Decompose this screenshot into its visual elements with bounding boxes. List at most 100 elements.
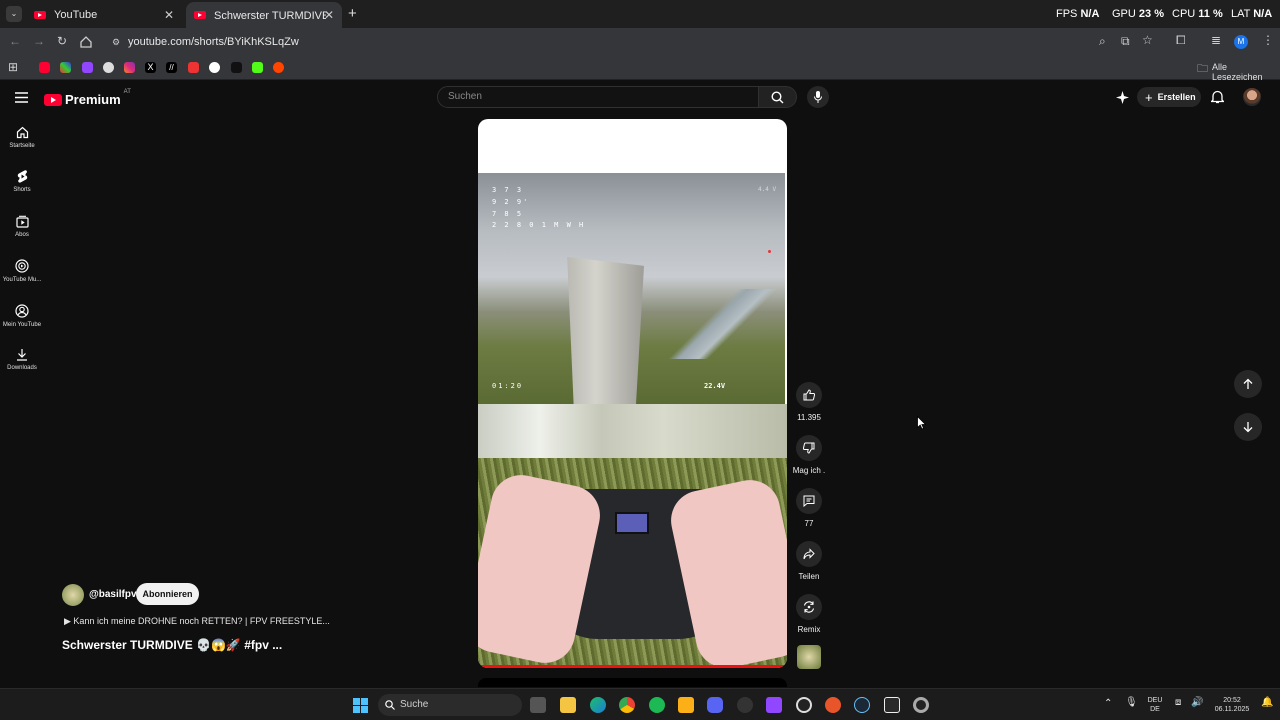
rockstar-icon[interactable] bbox=[678, 697, 694, 713]
bookmark-youtube-icon[interactable] bbox=[39, 62, 50, 73]
bookmark-colorful-icon[interactable] bbox=[60, 62, 71, 73]
bookmark-star-icon[interactable]: ☆ bbox=[1142, 33, 1153, 47]
apps-grid-icon[interactable]: ⊞ bbox=[8, 60, 18, 74]
bookmark-reddit-icon[interactable] bbox=[273, 62, 284, 73]
file-explorer-icon[interactable] bbox=[560, 697, 576, 713]
short-title[interactable]: Schwerster TURMDIVE 💀😱🚀 #fpv ... bbox=[62, 638, 282, 652]
youtube-premium-logo[interactable]: Premium AT bbox=[44, 89, 131, 107]
tower-image bbox=[567, 257, 644, 404]
bookmark-x-icon[interactable]: X bbox=[145, 62, 156, 73]
tray-mic-icon[interactable]: 🎙 bbox=[1125, 698, 1138, 708]
tab-close-icon[interactable]: ✕ bbox=[164, 8, 174, 22]
bookmarks-bar: ⊞ X // 🗀 Alle Lesezeichen bbox=[0, 56, 1280, 82]
twitch-app-icon[interactable] bbox=[766, 697, 782, 713]
tab-close-icon[interactable]: ✕ bbox=[324, 8, 334, 22]
youtube-favicon-icon bbox=[34, 11, 46, 19]
all-bookmarks-link[interactable]: Alle Lesezeichen bbox=[1212, 62, 1280, 82]
playback-progress-bar[interactable] bbox=[478, 665, 787, 668]
volume-icon[interactable]: 🔊 bbox=[1191, 698, 1203, 708]
back-icon[interactable]: ← bbox=[9, 34, 21, 48]
short-video-player[interactable]: 3 7 3 9 2 9' 7 8 5 2 2 8 0 1 M W H 4.4 V… bbox=[478, 119, 787, 668]
taskbar-search-label: Suche bbox=[400, 699, 429, 710]
extensions-icon[interactable]: ⧠ bbox=[1176, 33, 1186, 48]
comments-button[interactable] bbox=[796, 488, 822, 514]
search-button[interactable] bbox=[759, 86, 797, 108]
mouse-cursor-icon bbox=[917, 416, 926, 430]
next-short-button[interactable] bbox=[1234, 413, 1262, 441]
subscribe-button[interactable]: Abonnieren bbox=[136, 583, 199, 605]
app-icon-ring[interactable] bbox=[913, 697, 929, 713]
clock-date: 06.11.2025 bbox=[1214, 706, 1250, 713]
language-indicator[interactable]: DEU DE bbox=[1145, 696, 1165, 714]
tab-youtube[interactable]: YouTube ✕ bbox=[26, 2, 182, 28]
tab-search-dropdown[interactable]: ⌄ bbox=[6, 6, 22, 22]
hamburger-menu-icon[interactable] bbox=[15, 92, 28, 103]
sidebar-label: YouTube Mu... bbox=[2, 277, 42, 283]
like-button[interactable] bbox=[796, 382, 822, 408]
channel-avatar[interactable] bbox=[62, 584, 84, 606]
sidebar-item-downloads[interactable]: Downloads bbox=[0, 348, 44, 371]
related-video-link[interactable]: ▶ Kann ich meine DROHNE noch RETTEN? | F… bbox=[64, 616, 330, 627]
tab-short-video[interactable]: Schwerster TURMDIVE 💀😱🚀 ✕ bbox=[186, 2, 342, 28]
channel-name[interactable]: @basilfpv bbox=[89, 589, 137, 600]
create-button[interactable]: + Erstellen bbox=[1137, 87, 1201, 107]
network-icon[interactable]: ⧈ bbox=[1175, 698, 1181, 708]
search-input[interactable]: Suchen bbox=[437, 86, 759, 108]
app-icon-dark[interactable] bbox=[737, 697, 753, 713]
spotify-icon[interactable] bbox=[649, 697, 665, 713]
notifications-bell-icon[interactable] bbox=[1211, 90, 1224, 104]
forward-icon[interactable]: → bbox=[33, 34, 45, 48]
edge-icon[interactable] bbox=[590, 697, 606, 713]
obs-icon[interactable] bbox=[796, 697, 812, 713]
zoom-icon[interactable]: ⌕ bbox=[1099, 34, 1106, 49]
task-view-icon[interactable] bbox=[530, 697, 546, 713]
bookmark-instagram-icon[interactable] bbox=[124, 62, 135, 73]
thumbs-up-icon bbox=[803, 389, 815, 401]
epic-games-icon[interactable] bbox=[884, 697, 900, 713]
bookmark-twitch-icon[interactable] bbox=[82, 62, 93, 73]
reload-icon[interactable]: ↻ bbox=[57, 34, 67, 48]
sidebar-item-youtube-music[interactable]: YouTube Mu... bbox=[0, 259, 44, 283]
clock[interactable]: 20:52 06.11.2025 bbox=[1207, 696, 1257, 714]
bookmark-tiktok-icon[interactable] bbox=[231, 62, 242, 73]
sidebar-item-shorts[interactable]: Shorts bbox=[0, 170, 44, 193]
bookmark-slash-icon[interactable]: // bbox=[166, 62, 177, 73]
tray-overflow-icon[interactable]: ⌃ bbox=[1104, 699, 1112, 709]
sidebar-item-home[interactable]: Startseite bbox=[0, 126, 44, 149]
windows-start-icon[interactable] bbox=[353, 698, 368, 713]
discord-icon[interactable] bbox=[707, 697, 723, 713]
youtube-favicon-icon bbox=[194, 11, 206, 19]
app-icon-orange[interactable] bbox=[825, 697, 841, 713]
share-button[interactable] bbox=[796, 541, 822, 567]
bookmark-chatgpt-icon[interactable] bbox=[103, 62, 114, 73]
sidebar-item-my-youtube[interactable]: Mein YouTube bbox=[0, 304, 44, 328]
osd-red-dot bbox=[768, 250, 771, 253]
bookmark-kick-icon[interactable] bbox=[252, 62, 263, 73]
sound-thumbnail[interactable] bbox=[797, 645, 821, 669]
profile-avatar[interactable]: M bbox=[1234, 35, 1248, 49]
gemini-sparkle-icon[interactable] bbox=[1116, 91, 1129, 104]
previous-short-button[interactable] bbox=[1234, 370, 1262, 398]
menu-kebab-icon[interactable]: ⋮ bbox=[1262, 33, 1274, 47]
site-info-icon[interactable]: ⚙ bbox=[112, 31, 120, 53]
share-label: Teilen bbox=[798, 572, 820, 581]
notification-bell-icon[interactable]: 🔔 bbox=[1261, 698, 1273, 708]
new-tab-button[interactable]: + bbox=[348, 5, 357, 22]
bookmark-red-icon[interactable] bbox=[188, 62, 199, 73]
remix-button[interactable] bbox=[796, 594, 822, 620]
osd-timer: 01:20 bbox=[492, 382, 524, 390]
steam-icon[interactable] bbox=[854, 697, 870, 713]
sidebar-item-subscriptions[interactable]: Abos bbox=[0, 215, 44, 238]
account-avatar[interactable] bbox=[1243, 88, 1261, 106]
chrome-icon[interactable] bbox=[619, 697, 635, 713]
dislike-button[interactable] bbox=[796, 435, 822, 461]
youtube-logo-icon bbox=[44, 93, 62, 106]
taskbar-search[interactable]: Suche bbox=[378, 694, 522, 716]
bookmark-e-icon[interactable] bbox=[209, 62, 220, 73]
media-queue-icon[interactable]: ≣ bbox=[1211, 33, 1221, 47]
download-icon bbox=[17, 349, 27, 361]
voice-search-button[interactable] bbox=[807, 86, 829, 108]
install-app-icon[interactable]: ⧉ bbox=[1121, 34, 1130, 49]
home-icon[interactable] bbox=[80, 36, 92, 48]
url-field[interactable]: ⚙ youtube.com/shorts/BYiKhKSLqZw bbox=[104, 31, 1172, 53]
